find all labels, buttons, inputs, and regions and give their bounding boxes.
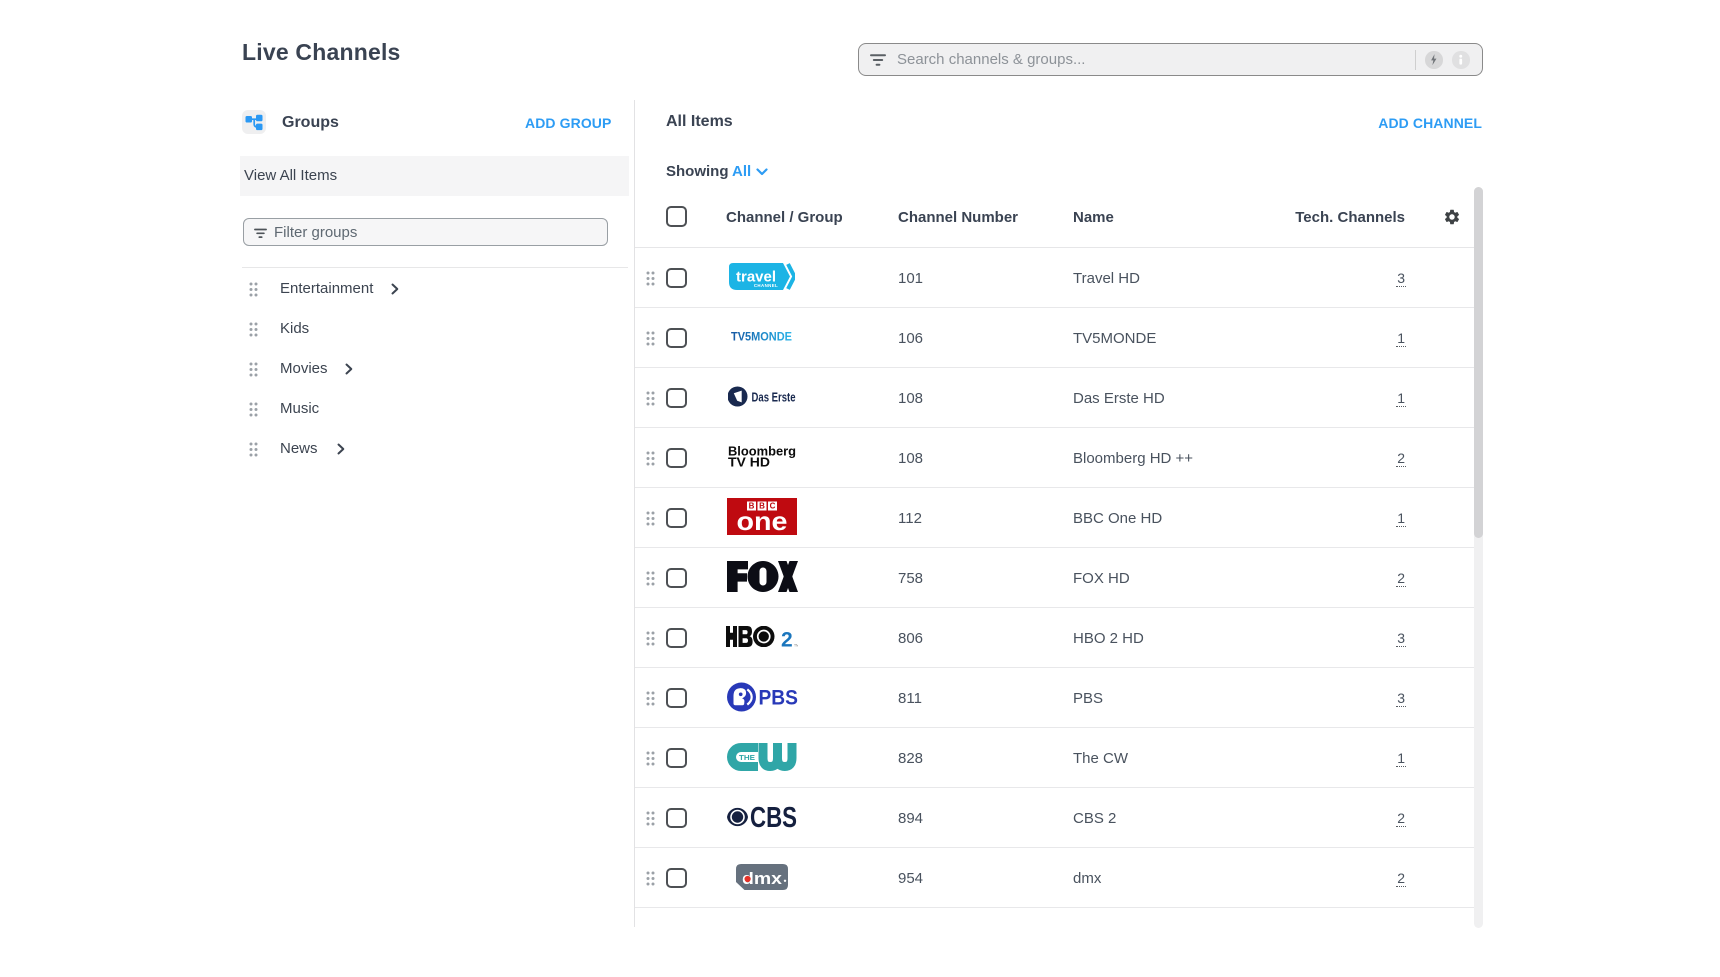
- svg-text:TV HD: TV HD: [728, 455, 770, 467]
- svg-text:2: 2: [781, 629, 793, 647]
- svg-text:PBS: PBS: [758, 686, 798, 709]
- svg-text:THE: THE: [739, 754, 755, 761]
- svg-text:Das Erste: Das Erste: [752, 389, 796, 404]
- svg-text:one: one: [737, 506, 788, 535]
- svg-text:CHANNEL: CHANNEL: [754, 283, 778, 288]
- svg-text:CBS: CBS: [750, 805, 797, 829]
- svg-text:TV5MONDE: TV5MONDE: [731, 331, 792, 342]
- svg-text:TM: TM: [794, 643, 798, 647]
